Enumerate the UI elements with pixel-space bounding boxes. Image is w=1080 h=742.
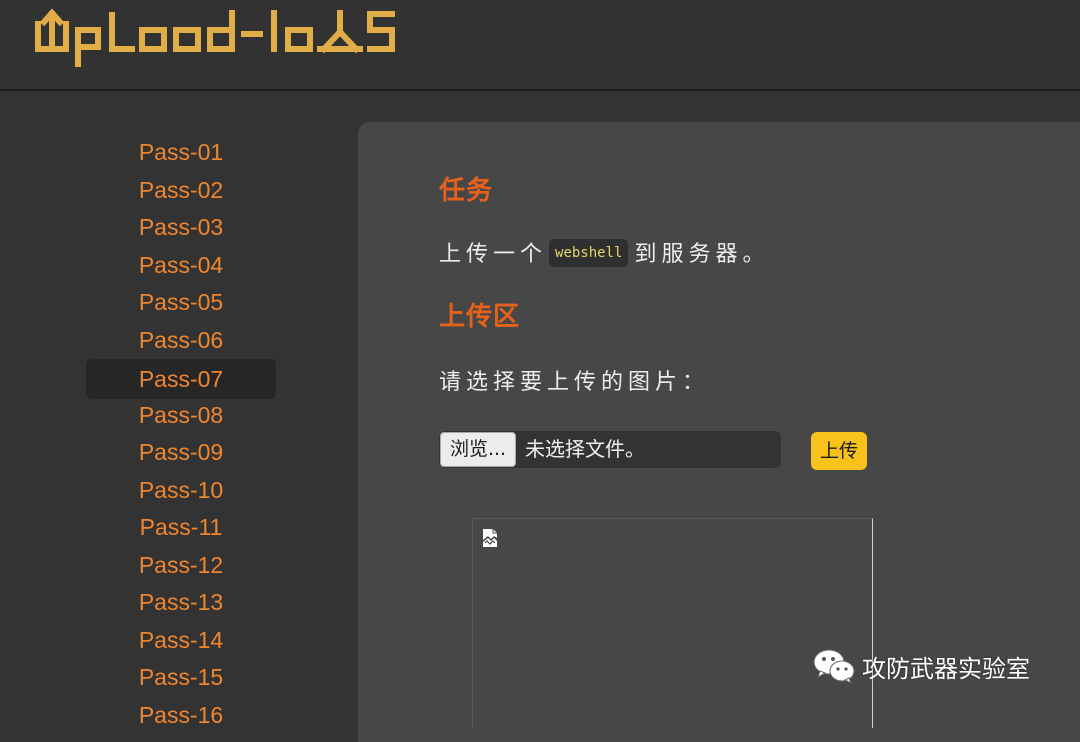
upload-labs-logo[interactable] [34,0,404,72]
sidebar-item-pass-02[interactable]: Pass-02 [86,172,276,209]
file-input[interactable]: 浏览... 未选择文件。 [439,431,781,468]
sidebar-item-pass-10[interactable]: Pass-10 [86,472,276,509]
task-description: 上传一个 webshell 到服务器。 [439,236,769,269]
upload-section-title: 上传区 [439,302,521,332]
sidebar-item-pass-14[interactable]: Pass-14 [86,622,276,659]
top-header [0,0,1080,91]
browse-button[interactable]: 浏览... [440,432,516,467]
sidebar-item-pass-13[interactable]: Pass-13 [86,584,276,621]
sidebar-item-pass-08[interactable]: Pass-08 [86,397,276,434]
sidebar-item-pass-15[interactable]: Pass-15 [86,659,276,696]
image-preview-area [472,518,873,728]
broken-image-icon [483,529,497,547]
file-status-text: 未选择文件。 [525,437,645,461]
sidebar-item-pass-09[interactable]: Pass-09 [86,434,276,471]
sidebar-item-pass-11[interactable]: Pass-11 [86,509,276,546]
task-title: 任务 [439,176,494,206]
watermark: 攻防武器实验室 [812,646,1030,686]
watermark-text: 攻防武器实验室 [862,654,1030,683]
sidebar-item-pass-06[interactable]: Pass-06 [86,322,276,359]
task-text-before: 上传一个 [439,242,548,267]
wechat-icon [813,649,855,685]
sidebar-item-pass-01[interactable]: Pass-01 [86,134,276,171]
sidebar-item-pass-07[interactable]: Pass-07 [86,359,276,399]
upload-prompt: 请选择要上传的图片： [439,370,710,395]
webshell-code: webshell [549,239,629,267]
sidebar-item-pass-03[interactable]: Pass-03 [86,209,276,246]
sidebar-item-pass-04[interactable]: Pass-04 [86,247,276,284]
task-text-after: 到服务器。 [634,242,770,267]
upload-submit-button[interactable]: 上传 [811,432,867,470]
sidebar-item-pass-12[interactable]: Pass-12 [86,547,276,584]
sidebar-item-pass-05[interactable]: Pass-05 [86,284,276,321]
